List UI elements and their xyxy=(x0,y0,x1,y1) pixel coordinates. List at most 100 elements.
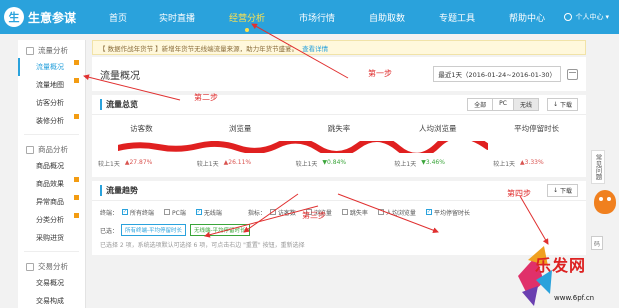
compare-label: 较上1天 xyxy=(394,161,417,168)
date-range-picker[interactable]: 最近1天（2016-01-24~2016-01-30） xyxy=(433,66,561,82)
segment-pc[interactable]: PC xyxy=(492,98,514,111)
top-navbar: 生 生意参谋 首页 实时直播 经营分析 市场行情 自助取数 专题工具 帮助中心 … xyxy=(0,0,619,34)
new-badge xyxy=(74,78,79,83)
metric-label: 指标： xyxy=(247,209,266,217)
sidebar-group-label: 流量分析 xyxy=(38,46,68,55)
sidebar-item-decoration-analysis[interactable]: 装修分析 xyxy=(18,112,85,130)
hint-row: 已选择 2 项，系统选项默认可选择 6 项，可点击右边 "重置" 按钮，重新选择 xyxy=(100,237,578,251)
overview-download-button[interactable]: 下载 xyxy=(546,98,578,111)
metric-name: 访客数 xyxy=(130,124,153,133)
sidebar-item-label: 装修分析 xyxy=(36,117,64,125)
sidebar-group-traffic[interactable]: 流量分析 xyxy=(18,40,85,58)
checkbox-checked-icon: ✓ xyxy=(195,208,202,215)
nav-live[interactable]: 实时直播 xyxy=(142,0,212,34)
sidebar-group-transaction[interactable]: 交易分析 xyxy=(18,256,85,274)
terminal-pc-checkbox[interactable]: PC端 xyxy=(164,208,186,217)
compare-value: ▲26.11% xyxy=(223,159,252,166)
metric-avg-stay-time[interactable]: 平均停留时长 较上1天 ▲3.33% xyxy=(487,115,586,177)
app-name: 生意参谋 xyxy=(28,10,77,25)
sidebar-item-traffic-map[interactable]: 流量地图 xyxy=(18,76,85,94)
sidebar-item-label: 交易概况 xyxy=(36,279,64,287)
checkbox-icon xyxy=(341,209,348,215)
compare-value: ▼3.46% xyxy=(421,159,445,166)
sidebar-item-traffic-overview[interactable]: 流量概况 xyxy=(18,58,85,76)
overview-panel: 流量总览 全部 PC 无线 下载 访客数 较上1天 ▲27.87% 浏览量 较上1… xyxy=(92,95,586,177)
app-logo[interactable]: 生 生意参谋 xyxy=(4,7,94,27)
segment-all[interactable]: 全部 xyxy=(467,98,494,111)
terminal-all-checkbox[interactable]: ✓ 所有终端 xyxy=(122,208,154,217)
trend-title: 流量趋势 xyxy=(100,185,138,196)
metric-avg-pv-checkbox[interactable]: 人均浏览量 xyxy=(377,208,416,217)
date-range-value: 最近1天（2016-01-24~2016-01-30） xyxy=(438,71,556,79)
segment-wireless[interactable]: 无线 xyxy=(512,98,539,111)
sidebar-item-label: 流量概况 xyxy=(36,63,64,71)
user-menu-label: 个人中心 xyxy=(575,13,604,21)
sidebar-item-label: 访客分析 xyxy=(36,99,64,107)
sidebar-item-label: 商品效果 xyxy=(36,180,64,188)
sidebar-item-product-effect[interactable]: 商品效果 xyxy=(18,175,85,193)
compare-label: 较上1天 xyxy=(98,161,120,168)
terminal-wireless-checkbox[interactable]: ✓ 无线端 xyxy=(195,208,222,217)
sidebar-item-label: 商品概况 xyxy=(36,162,64,170)
sidebar-item-label: 异常商品 xyxy=(36,198,64,206)
trend-download-button[interactable]: 下载 xyxy=(546,184,578,197)
faq-tab[interactable]: 常见问题 xyxy=(591,150,605,184)
sidebar-item-category-analysis[interactable]: 分类分析 xyxy=(18,211,85,229)
selected-tag[interactable]: 无线端-平均停留时长 xyxy=(190,224,250,236)
metric-compare: 较上1天 ▲3.33% xyxy=(493,159,586,168)
metric-compare: 较上1天 ▲26.11% xyxy=(197,159,290,168)
divider xyxy=(24,251,79,252)
checkbox-icon xyxy=(269,209,276,215)
annotation-step3: 第三步 xyxy=(302,211,326,220)
checkbox-icon xyxy=(377,209,384,215)
sidebar-item-transaction-overview[interactable]: 交易概况 xyxy=(18,274,85,292)
traffic-icon xyxy=(26,46,34,55)
sidebar-group-product[interactable]: 商品分析 xyxy=(18,139,85,157)
sidebar-group-label: 商品分析 xyxy=(38,145,68,154)
metric-stay-time-checkbox[interactable]: ✓ 平均停留时长 xyxy=(425,208,470,217)
sidebar-item-transaction-composition[interactable]: 交易构成 xyxy=(18,292,85,308)
selection-hint: 已选择 2 项，系统选项默认可选择 6 项，可点击右边 "重置" 按钮，重新选择 xyxy=(100,241,305,249)
metric-visitors-checkbox[interactable]: 访客数 xyxy=(269,208,296,217)
divider xyxy=(24,134,79,135)
nav-topic-tools[interactable]: 专题工具 xyxy=(422,0,492,34)
metric-name: 平均停留时长 xyxy=(514,124,560,133)
user-icon xyxy=(564,13,573,21)
calendar-icon[interactable] xyxy=(567,68,578,80)
sidebar-item-product-overview[interactable]: 商品概况 xyxy=(18,157,85,175)
compare-value: ▲27.87% xyxy=(124,159,153,166)
terminal-label: 终端： xyxy=(100,209,119,217)
nav-business-analysis[interactable]: 经营分析 xyxy=(212,0,282,34)
annotation-step1: 第一步 xyxy=(368,69,392,78)
user-menu[interactable]: 个人中心 ▾ xyxy=(564,12,609,22)
notice-link[interactable]: 查看详情 xyxy=(302,43,328,53)
metric-compare: 较上1天 ▼3.46% xyxy=(394,159,487,168)
nav-self-service-data[interactable]: 自助取数 xyxy=(352,0,422,34)
selected-label: 已选： xyxy=(100,227,119,235)
compare-value: ▲3.33% xyxy=(520,159,544,166)
selected-tag[interactable]: 所有终端-平均停留时长 xyxy=(121,224,187,236)
filter-row: 终端： ✓ 所有终端 PC端 ✓ 无线端 指标： 访客数 浏览量 跳失率 人均浏览量… xyxy=(100,205,578,219)
new-badge xyxy=(74,213,79,218)
metric-bounce-checkbox[interactable]: 跳失率 xyxy=(341,208,368,217)
sidebar-item-abnormal-product[interactable]: 异常商品 xyxy=(18,193,85,211)
sidebar-item-label: 分类分析 xyxy=(36,216,64,224)
mascot-icon[interactable] xyxy=(594,190,616,214)
annotation-step2: 第二步 xyxy=(194,93,218,102)
notice-text: 【 数据作战年货节 】新增年货节无线端流量来源，助力年货节盛宴。 xyxy=(99,44,299,53)
logo-icon: 生 xyxy=(4,7,24,27)
metric-name: 浏览量 xyxy=(228,124,252,133)
sidebar-item-label: 采购进货 xyxy=(36,234,64,242)
nav-home[interactable]: 首页 xyxy=(94,0,142,34)
new-badge xyxy=(74,60,79,65)
selected-row: 已选： 所有终端-平均停留时长 无线端-平均停留时长 xyxy=(100,223,578,237)
main-content: 【 数据作战年货节 】新增年货节无线端流量来源，助力年货节盛宴。 查看详情 流量… xyxy=(92,40,586,308)
sidebar-item-visitor-analysis[interactable]: 访客分析 xyxy=(18,94,85,112)
sidebar-item-purchase[interactable]: 采购进货 xyxy=(18,229,85,247)
overview-title: 流量总览 xyxy=(100,99,138,110)
nav-market[interactable]: 市场行情 xyxy=(282,0,352,34)
sidebar-item-label: 流量地图 xyxy=(36,81,64,89)
new-badge xyxy=(74,114,79,119)
transaction-icon xyxy=(26,262,34,271)
nav-help-center[interactable]: 帮助中心 xyxy=(492,0,562,34)
